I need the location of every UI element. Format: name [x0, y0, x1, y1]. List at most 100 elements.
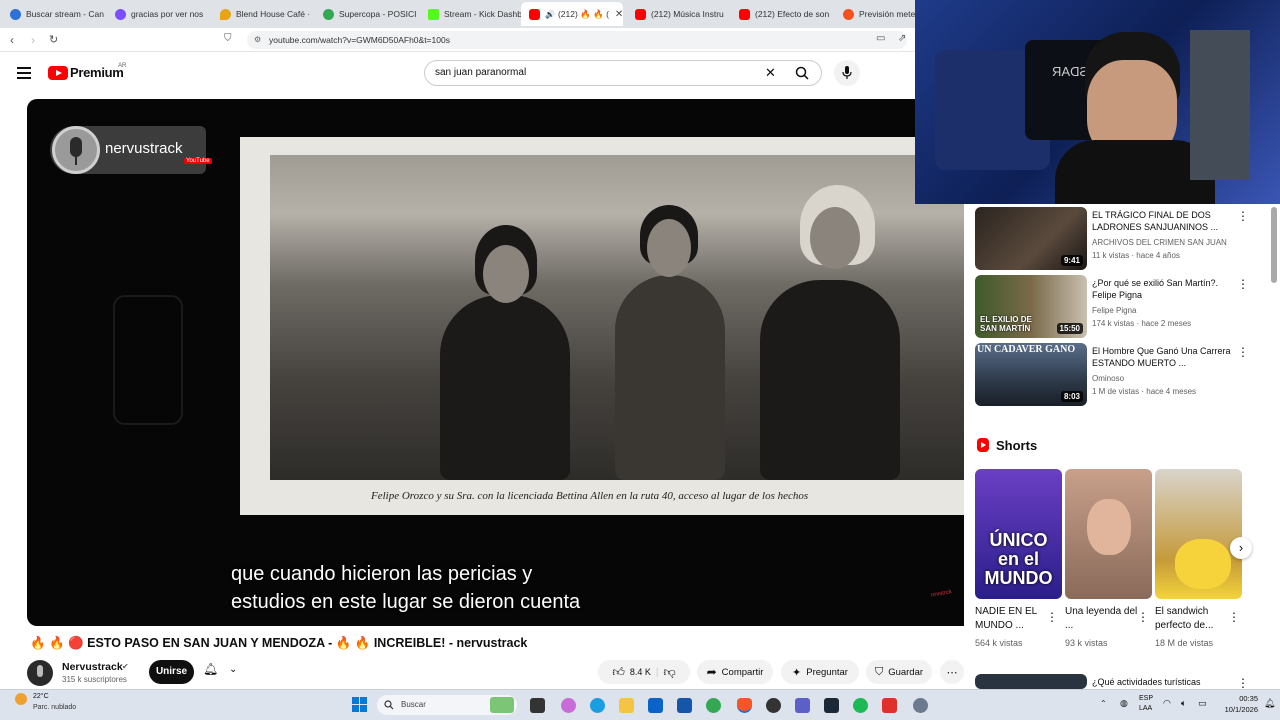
short-title[interactable]: Una leyenda del ... [1065, 605, 1143, 633]
like-count[interactable]: 8.4 K [630, 667, 651, 677]
video-title[interactable]: ¿Por qué se exilió San Martín?. Felipe P… [1092, 277, 1232, 301]
teams-icon[interactable] [795, 698, 810, 713]
more-options-icon[interactable]: ⋮ [1137, 610, 1149, 624]
volume-icon[interactable]: 🔈︎ [1181, 698, 1186, 709]
notifications-bell-icon[interactable]: 🔔︎ [203, 662, 218, 676]
store-icon[interactable] [677, 698, 692, 713]
browser-tab[interactable]: Buscar stream - Can [2, 2, 104, 26]
video-title[interactable]: ¿Qué actividades turísticas [1092, 676, 1232, 688]
recommendation-item[interactable]: 9:41 EL TRÁGICO FINAL DE DOS LADRONES SA… [975, 207, 1265, 271]
ask-button[interactable]: ✦ Preguntar [781, 660, 859, 684]
search-icon[interactable] [795, 66, 809, 80]
chevron-down-icon[interactable]: ⌄ [229, 664, 237, 675]
task-view-icon[interactable] [530, 698, 545, 713]
reload-icon[interactable]: ↻ [49, 33, 58, 46]
channel-name-main[interactable]: Nervustrack [62, 661, 123, 673]
url-bar[interactable]: ⚙ youtube.com/watch?v=GWM6D50AFh0&t=100s [247, 31, 907, 49]
search-input[interactable] [435, 67, 755, 78]
chevron-up-icon[interactable]: ⌃ [1100, 699, 1107, 708]
bookmark-icon[interactable]: ⛉ [224, 33, 232, 44]
logo-text[interactable]: Premium [70, 65, 124, 80]
wifi-icon[interactable]: ◠ [1163, 698, 1171, 709]
video-thumbnail[interactable] [975, 674, 1087, 689]
save-button[interactable]: ⛉ Guardar [866, 660, 932, 684]
browser-tab-active[interactable]: 🔊 (212) 🔥 🔥 (✕ [521, 2, 623, 26]
more-options-icon[interactable]: ⋮ [1237, 345, 1249, 359]
save-label: Guardar [888, 666, 924, 678]
short-title[interactable]: NADIE EN EL MUNDO ... [975, 605, 1053, 633]
join-button[interactable]: Unirse [149, 660, 194, 684]
chrome-icon[interactable] [706, 698, 721, 713]
more-actions-button[interactable]: ⋯ [940, 660, 964, 684]
spotify-icon[interactable] [853, 698, 868, 713]
browser-tab[interactable]: Blend House Café · [212, 2, 314, 26]
share-button[interactable]: ➦ Compartir [697, 660, 773, 684]
steam-icon[interactable] [824, 698, 839, 713]
channel-watermark: nervustrack YouTube [50, 126, 212, 174]
sparkle-icon: ✦ [792, 666, 802, 679]
channel-name[interactable]: ARCHIVOS DEL CRIMEN SAN JUAN [1092, 238, 1227, 247]
share-page-icon[interactable]: ⇗ [898, 33, 906, 44]
browser-tab[interactable]: Stream - Kick Dashb [420, 2, 522, 26]
video-thumbnail[interactable]: EL EXILIO DE SAN MARTÍN 15:50 [975, 275, 1087, 338]
browser-tab[interactable]: Previsión meteor [835, 2, 915, 26]
recommendation-item[interactable]: ¿Qué actividades turísticas ⋮ [975, 674, 1265, 689]
like-icon[interactable]: 👍︎ [612, 665, 625, 680]
copilot-icon[interactable] [561, 698, 576, 713]
short-thumbnail[interactable]: ÚNICO en el MUNDO [975, 469, 1062, 599]
dislike-icon[interactable]: 👎︎ [663, 665, 675, 680]
more-options-icon[interactable]: ⋮ [1046, 610, 1058, 624]
browser-tab[interactable]: Supercopa - POSICI [315, 2, 417, 26]
short-thumbnail[interactable] [1155, 469, 1242, 599]
clear-search-icon[interactable]: ✕ [765, 65, 776, 81]
notification-bell-icon[interactable]: 🔔︎ [1264, 698, 1275, 709]
recommendation-item[interactable]: EL EXILIO DE SAN MARTÍN 15:50 ¿Por qué s… [975, 275, 1265, 339]
more-options-icon[interactable]: ⋮ [1237, 277, 1249, 291]
youtube-logo-icon[interactable] [48, 66, 68, 80]
more-options-icon[interactable]: ⋮ [1237, 676, 1249, 689]
browser-tab[interactable]: (212) Efecto de son [731, 2, 833, 26]
language-code[interactable]: ESP [1139, 695, 1153, 702]
back-icon[interactable]: ‹ [10, 33, 14, 47]
search-box: ✕ [424, 60, 822, 86]
more-options-icon[interactable]: ⋮ [1237, 209, 1249, 223]
browser-tab[interactable]: gracias por ver nos [107, 2, 209, 26]
acrobat-icon[interactable] [882, 698, 897, 713]
file-explorer-icon[interactable] [619, 698, 634, 713]
voice-search-button[interactable] [834, 60, 860, 86]
obs-icon[interactable] [766, 698, 781, 713]
more-options-icon[interactable]: ⋮ [1228, 610, 1240, 624]
shorts-next-button[interactable]: › [1230, 537, 1252, 559]
video-title[interactable]: El Hombre Que Ganó Una Carrera ESTANDO M… [1092, 345, 1232, 369]
sidebar-scrollbar[interactable] [1271, 207, 1277, 283]
short-title[interactable]: El sandwich perfecto de... [1155, 605, 1233, 633]
short-thumbnail[interactable] [1065, 469, 1152, 599]
browser-tab[interactable]: (212) Música Instru [627, 2, 729, 26]
weather-icon[interactable] [15, 693, 27, 705]
edge-icon[interactable] [590, 698, 605, 713]
keyboard-layout[interactable]: LAA [1139, 705, 1152, 712]
channel-avatar[interactable] [27, 660, 53, 686]
video-title[interactable]: EL TRÁGICO FINAL DE DOS LADRONES SANJUAN… [1092, 209, 1232, 233]
channel-name[interactable]: Ominoso [1092, 374, 1124, 383]
clock-time[interactable]: 00:35 [1220, 694, 1258, 703]
video-thumbnail[interactable]: 9:41 [975, 207, 1087, 270]
cast-icon[interactable]: ▭ [876, 33, 885, 44]
battery-icon[interactable]: ▭ [1198, 698, 1207, 709]
brave-icon[interactable] [737, 698, 752, 713]
channel-name[interactable]: Felipe Pigna [1092, 306, 1136, 315]
video-title-main: 🔥 🔥 🔴 ESTO PASO EN SAN JUAN Y MENDOZA - … [30, 636, 528, 650]
video-player[interactable]: nervustrack YouTube Felipe Orozco y su S… [27, 99, 964, 626]
forward-icon[interactable]: › [31, 33, 35, 47]
network-icon[interactable]: ◍ [1120, 698, 1128, 709]
menu-icon[interactable] [17, 67, 31, 82]
recommendation-item[interactable]: UN CADAVER GANO 8:03 El Hombre Que Ganó … [975, 343, 1265, 407]
site-info-icon[interactable]: ⚙ [254, 31, 261, 49]
outlook-icon[interactable] [648, 698, 663, 713]
clock-date[interactable]: 10/1/2026 [1220, 705, 1258, 714]
taskbar-search[interactable]: Buscar [377, 695, 517, 715]
close-tab-icon[interactable]: ✕ [615, 9, 623, 20]
windows-start-icon[interactable] [352, 697, 368, 713]
settings-gear-icon[interactable] [913, 698, 928, 713]
video-thumbnail[interactable]: UN CADAVER GANO 8:03 [975, 343, 1087, 406]
